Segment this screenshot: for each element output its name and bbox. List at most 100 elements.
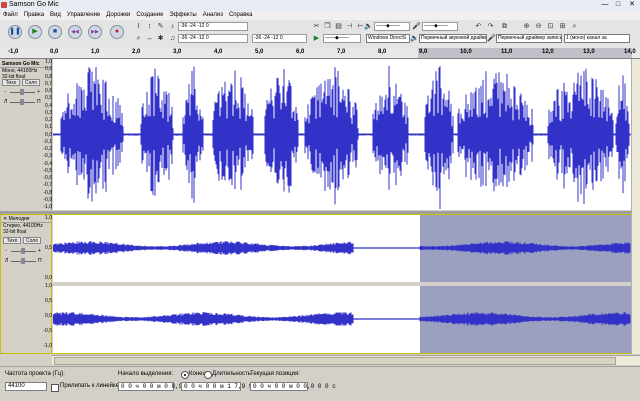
scale-label: 0,5 — [45, 245, 52, 251]
track2-solo-button[interactable]: Соло — [23, 237, 41, 244]
fit-selection-icon[interactable]: ⊡ — [546, 22, 555, 31]
ruler-tick: 0,0 — [50, 49, 59, 55]
zoom-out-icon[interactable]: ⊖ — [534, 22, 543, 31]
snap-label: Прилипать к линейке — [60, 383, 120, 389]
close-button[interactable]: ✕ — [625, 1, 639, 9]
horizontal-scroll-thumb[interactable] — [54, 357, 616, 365]
scale-label: 0,8 — [45, 73, 52, 80]
project-rate-select[interactable]: 44100 — [5, 382, 47, 391]
menu-item-8[interactable]: Справка — [226, 11, 256, 20]
scale-label: 0,2 — [45, 117, 52, 123]
ruler-tick: 5,0 — [255, 49, 264, 55]
snap-checkbox[interactable] — [51, 384, 59, 392]
track1-gain-thumb[interactable] — [20, 89, 24, 95]
scale-label: -0,5 — [43, 167, 52, 174]
ruler-tick: 10,0 — [460, 49, 472, 55]
scale-label: -0,3 — [43, 153, 52, 160]
cut-icon[interactable]: ✂ — [312, 22, 321, 31]
ruler-tick: -1,0 — [8, 49, 19, 55]
ruler-tick: 9,0 — [419, 49, 428, 55]
menu-item-6[interactable]: Эффекты — [166, 11, 199, 20]
menu-item-4[interactable]: Дорожки — [103, 11, 133, 20]
ruler-tick: 1,0 — [91, 49, 100, 55]
selection-tool-icon[interactable]: I — [134, 22, 143, 31]
current-position-label: Текущая позиция: — [250, 371, 300, 377]
track1-waveform[interactable] — [53, 59, 631, 210]
selection-start-field[interactable]: 0 0 ч 0 0 м 0 8,9 9 4 с — [118, 382, 204, 391]
output-volume-slider[interactable]: ——◆—— — [374, 22, 410, 31]
scale-label: -0,6 — [43, 175, 52, 181]
track2-waveform[interactable] — [53, 214, 631, 354]
zoom-toggle-icon[interactable]: ⌕ — [570, 22, 579, 31]
redo-icon[interactable]: ↷ — [486, 22, 495, 31]
fit-project-icon[interactable]: ⊞ — [558, 22, 567, 31]
maximize-button[interactable]: □ — [611, 1, 625, 9]
scale-label: 0,4 — [45, 102, 52, 109]
paste-icon[interactable]: ▤ — [334, 22, 343, 31]
play-at-speed-icon[interactable]: ▶ — [312, 34, 321, 43]
timeshift-tool-icon[interactable]: ↔ — [145, 34, 154, 43]
ruler-tick: 12,0 — [542, 49, 554, 55]
track2-pan-left: Л — [5, 258, 9, 264]
input-volume-slider[interactable]: ——◆—— — [422, 22, 458, 31]
pause-button[interactable]: ❚❚ — [8, 25, 22, 39]
menu-item-7[interactable]: Анализ — [200, 11, 226, 20]
channels-select[interactable]: 1 (моно) канал за — [564, 34, 630, 43]
speed-slider[interactable]: ——◆—— — [323, 34, 361, 43]
ruler-tick: 3,0 — [173, 49, 182, 55]
stop-button[interactable]: ■ — [48, 25, 62, 39]
menu-item-2[interactable]: Вид — [47, 11, 64, 20]
track1-solo-button[interactable]: Соло — [22, 79, 40, 86]
track1-gain-minus: - — [4, 89, 6, 95]
speaker-meter-icon: ♪ — [170, 23, 175, 30]
draw-tool-icon[interactable]: ✎ — [156, 22, 165, 31]
menu-item-1[interactable]: Правка — [21, 11, 47, 20]
menu-item-5[interactable]: Создание — [133, 11, 166, 20]
trim-icon[interactable]: ⊣ — [345, 22, 354, 31]
selection-end-field[interactable]: 0 0 ч 0 0 м 1 7,9 9 6 с — [181, 382, 267, 391]
host-select[interactable]: Windows DirectS — [366, 34, 410, 43]
vertical-scrollbar[interactable] — [631, 59, 640, 354]
copy-icon[interactable]: ❐ — [323, 22, 332, 31]
track2-pan-thumb[interactable] — [21, 258, 25, 264]
mic-meter-icon: ♫ — [169, 35, 176, 42]
undo-icon[interactable]: ↶ — [474, 22, 483, 31]
scale-label: -0,1 — [43, 138, 52, 145]
current-position-field[interactable]: 0 0 ч 0 0 м 0 0,0 0 0 с — [250, 382, 336, 391]
track2-close-button[interactable]: ✕ — [3, 216, 7, 222]
output-device-select[interactable]: Первичный звуковой драйве — [419, 34, 487, 43]
scale-label: 0,3 — [45, 109, 52, 116]
playback-meter[interactable]: -36 -24 -12 0 — [178, 22, 248, 31]
zoom-tool-icon[interactable]: ⌕ — [134, 34, 143, 43]
track2-gain-thumb[interactable] — [21, 248, 25, 254]
ruler-tick: 13,0 — [583, 49, 595, 55]
track2-info-format: 32-bit float — [3, 229, 27, 235]
multi-tool-icon[interactable]: ✱ — [156, 34, 165, 43]
envelope-tool-icon[interactable]: ↕ — [145, 22, 154, 31]
skip-end-button[interactable]: ▶▶ — [88, 25, 102, 39]
length-radio[interactable] — [204, 371, 212, 379]
skip-start-button[interactable]: ◀◀ — [68, 25, 82, 39]
record-button[interactable]: ● — [110, 25, 124, 39]
record-meter[interactable]: -36 -24 -12 0 — [178, 34, 248, 43]
play-button[interactable]: ▶ — [28, 25, 42, 39]
input-device-select[interactable]: Первичный драйвер записи — [496, 34, 562, 43]
end-radio[interactable] — [181, 371, 189, 379]
scale-label: 0,6 — [45, 88, 52, 94]
track2-name[interactable]: Мелодия — [9, 216, 30, 222]
record-meter-right[interactable]: -36 -24 -12 0 — [252, 34, 307, 43]
minimize-button[interactable]: — — [598, 1, 612, 9]
menu-item-0[interactable]: Файл — [0, 11, 21, 20]
scale-label: 1,0 — [45, 59, 52, 65]
track2-mute-button[interactable]: Тихо — [3, 237, 21, 244]
ruler-tick: 2,0 — [132, 49, 141, 55]
track1-mute-button[interactable]: Тихо — [2, 79, 20, 86]
scale-label: -0,7 — [43, 182, 52, 189]
zoom-in-icon[interactable]: ⊕ — [522, 22, 531, 31]
menu-item-3[interactable]: Управление — [64, 11, 103, 20]
scale-label: -1,0 — [43, 343, 52, 349]
horizontal-scrollbar[interactable] — [52, 355, 640, 365]
timeline-ruler[interactable]: -1,0 0,0 1,0 2,0 3,0 4,0 5,0 6,0 7,0 8,0 9,0 10,0 11… — [0, 48, 640, 59]
track1-pan-thumb[interactable] — [20, 99, 24, 105]
sync-lock-icon[interactable]: ⧉ — [500, 22, 509, 31]
